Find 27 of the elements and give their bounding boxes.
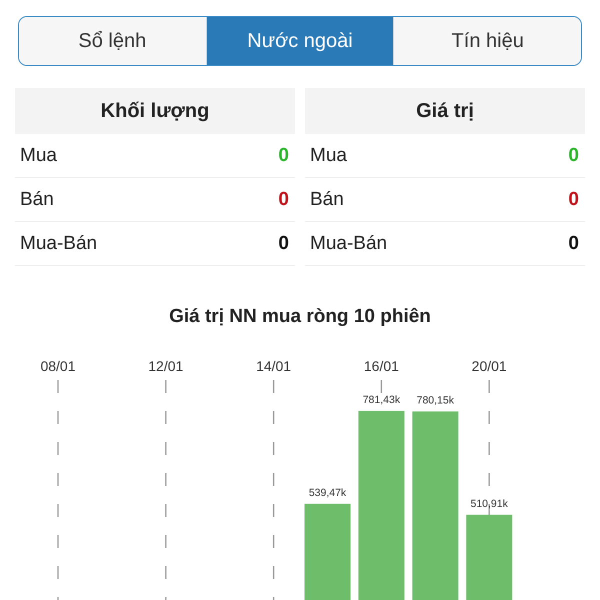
tab[interactable]: Nước ngoài xyxy=(206,17,394,65)
tab[interactable]: Sổ lệnh xyxy=(19,17,206,65)
x-axis-label: 20/01 xyxy=(472,358,507,374)
x-axis-label: 08/01 xyxy=(40,358,76,374)
row-label: Mua xyxy=(310,144,347,166)
tab[interactable]: Tín hiệu xyxy=(393,17,581,65)
panel-header: Giá trị xyxy=(305,88,585,134)
x-axis-label: 14/01 xyxy=(256,358,292,374)
row-label: Mua-Bán xyxy=(20,232,98,254)
row-label: Bán xyxy=(20,188,54,210)
row-label: Mua-Bán xyxy=(310,232,388,254)
chart-title: Giá trị NN mua ròng 10 phiên xyxy=(168,306,432,328)
row-label: Mua xyxy=(20,144,57,166)
row-value: 0 xyxy=(278,188,289,210)
bar-value-label: 539,47k xyxy=(308,486,346,499)
row-label: Bán xyxy=(310,188,344,210)
bar-value-label: 510,91k xyxy=(470,498,508,510)
row-value: 0 xyxy=(278,232,289,254)
bar-value-label: 780,15k xyxy=(416,394,454,406)
row-value: 0 xyxy=(568,144,579,166)
x-axis-label: 16/01 xyxy=(364,358,399,374)
x-axis-label: 12/01 xyxy=(148,358,184,374)
row-value: 0 xyxy=(568,232,579,254)
bar-value-label: 781,43k xyxy=(362,394,400,406)
panel-header: Khối lượng xyxy=(15,88,295,134)
row-value: 0 xyxy=(568,188,579,210)
row-value: 0 xyxy=(278,144,289,166)
